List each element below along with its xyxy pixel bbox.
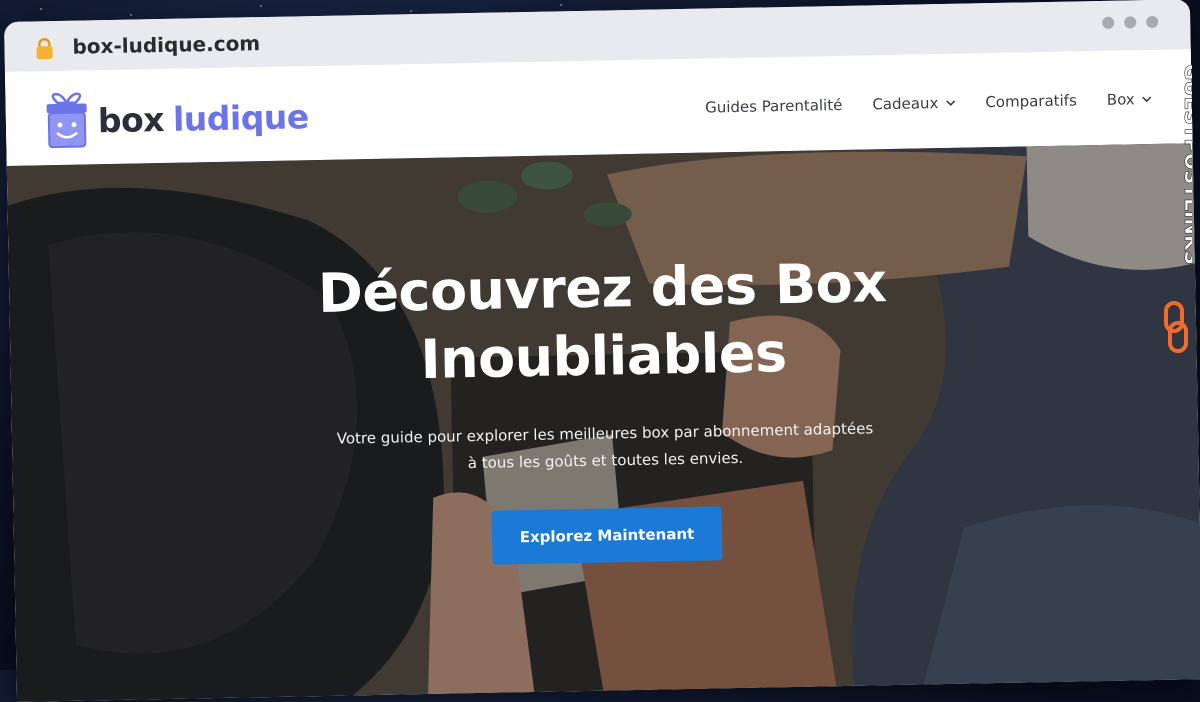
hero-title: Découvrez des Box Inoubliables (317, 251, 888, 392)
nav-label: Box (1106, 90, 1135, 109)
window-dot[interactable] (1146, 15, 1159, 29)
browser-window: box-ludique.com box ludique Guides Paren… (4, 0, 1200, 702)
nav-comparatifs[interactable]: Comparatifs (985, 91, 1077, 111)
nav-box[interactable]: Box (1107, 90, 1152, 109)
nav-label: Comparatifs (985, 91, 1077, 112)
window-controls (1102, 15, 1159, 29)
nav-cadeaux[interactable]: Cadeaux (872, 94, 955, 114)
chain-link-icon (1164, 301, 1188, 353)
lock-icon (36, 38, 53, 60)
nav-label: Cadeaux (872, 94, 939, 114)
hero-subtitle: Votre guide pour explorer les meilleures… (336, 419, 874, 473)
nav-guides-parentalite[interactable]: Guides Parentalité (705, 96, 843, 117)
logo-word-ludique: ludique (172, 96, 310, 139)
window-dot[interactable] (1124, 16, 1137, 29)
chevron-down-icon (1142, 95, 1152, 102)
main-navigation: Guides Parentalité Cadeaux Comparatifs B… (705, 90, 1152, 117)
nav-label: Guides Parentalité (704, 95, 843, 117)
chevron-down-icon (945, 99, 955, 106)
url-text[interactable]: box-ludique.com (72, 31, 260, 59)
window-dot[interactable] (1102, 16, 1115, 29)
hero-content: Découvrez des Box Inoubliables Votre gui… (9, 243, 1200, 574)
logo-text: box ludique (98, 97, 310, 140)
site-logo[interactable]: box ludique (43, 88, 309, 149)
website: box ludique Guides Parentalité Cadeaux Co… (4, 49, 1200, 702)
watermark: GUESTPOSTLINKS (1164, 64, 1192, 353)
logo-word-box: box (97, 99, 165, 140)
hero-section: Découvrez des Box Inoubliables Votre gui… (6, 143, 1200, 702)
watermark-text: GUESTPOSTLINKS (1180, 64, 1192, 265)
gift-box-icon (46, 92, 87, 149)
explore-button[interactable]: Explorez Maintenant (491, 506, 723, 565)
